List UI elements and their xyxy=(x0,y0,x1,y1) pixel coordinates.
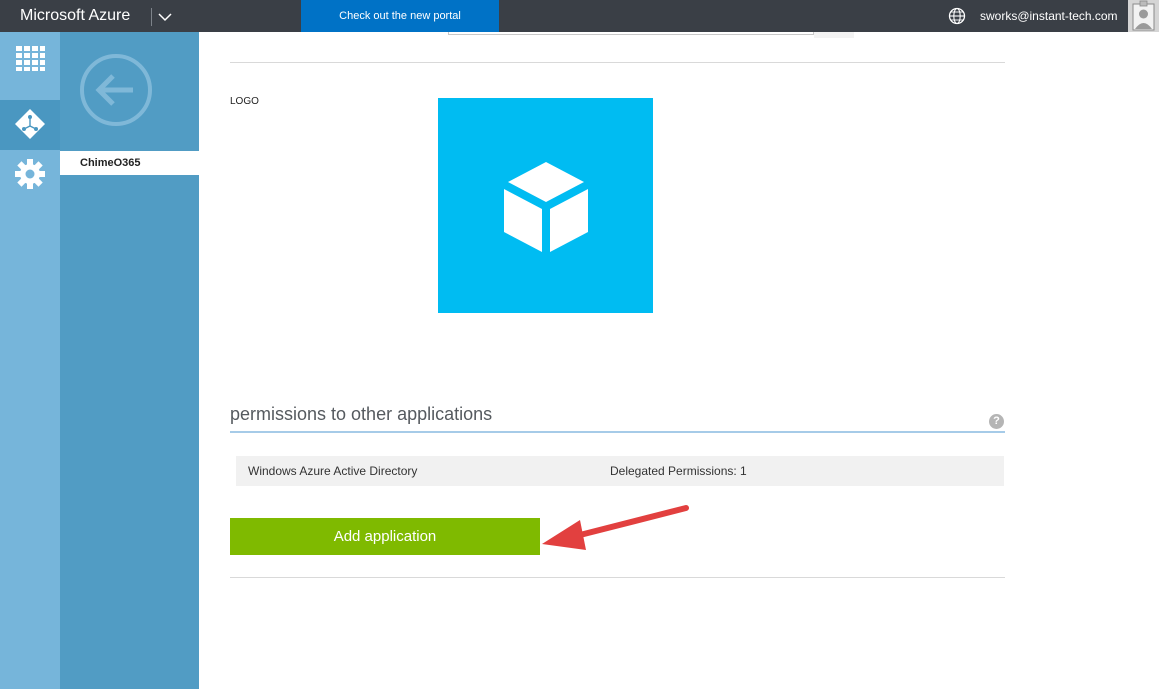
permission-value[interactable]: Delegated Permissions: 1 xyxy=(610,456,747,486)
top-bar: Microsoft Azure Check out the new portal… xyxy=(0,0,1159,32)
grid-icon xyxy=(16,46,45,71)
text-input-remnant[interactable] xyxy=(448,32,814,35)
back-arrow-icon[interactable] xyxy=(79,53,153,127)
app-logo-tile[interactable] xyxy=(438,98,653,313)
new-portal-button[interactable]: Check out the new portal xyxy=(301,0,499,32)
permissions-section-title: permissions to other applications xyxy=(230,404,493,424)
permission-application: Windows Azure Active Directory xyxy=(248,464,418,478)
user-avatar-icon xyxy=(1132,0,1155,31)
input-end-remnant xyxy=(814,32,854,38)
chevron-down-icon[interactable] xyxy=(156,8,174,26)
logo-label: LOGO xyxy=(230,96,259,107)
subnav-item-chimeo365[interactable]: ChimeO365 xyxy=(60,151,199,175)
cube-icon xyxy=(504,162,588,252)
rail-item-active-directory[interactable] xyxy=(0,100,60,150)
add-application-button[interactable]: Add application xyxy=(230,518,540,555)
divider-bottom xyxy=(230,577,1005,578)
help-icon[interactable]: ? xyxy=(989,414,1004,429)
avatar[interactable] xyxy=(1128,0,1159,32)
annotation-arrow xyxy=(542,505,689,550)
brand-title[interactable]: Microsoft Azure xyxy=(20,0,130,32)
rail-item-settings[interactable] xyxy=(0,150,60,200)
left-rail xyxy=(0,32,60,689)
globe-icon[interactable] xyxy=(948,7,966,25)
brand-separator xyxy=(151,8,152,26)
directory-icon xyxy=(15,109,45,139)
divider-top xyxy=(230,62,1005,63)
user-email[interactable]: sworks@instant-tech.com xyxy=(980,0,1118,32)
gear-icon xyxy=(15,159,45,189)
table-row[interactable]: Windows Azure Active Directory Delegated… xyxy=(236,456,1004,486)
rail-item-all-items[interactable] xyxy=(0,32,60,82)
sub-navigation: ChimeO365 xyxy=(60,32,199,689)
section-underline xyxy=(230,431,1005,433)
